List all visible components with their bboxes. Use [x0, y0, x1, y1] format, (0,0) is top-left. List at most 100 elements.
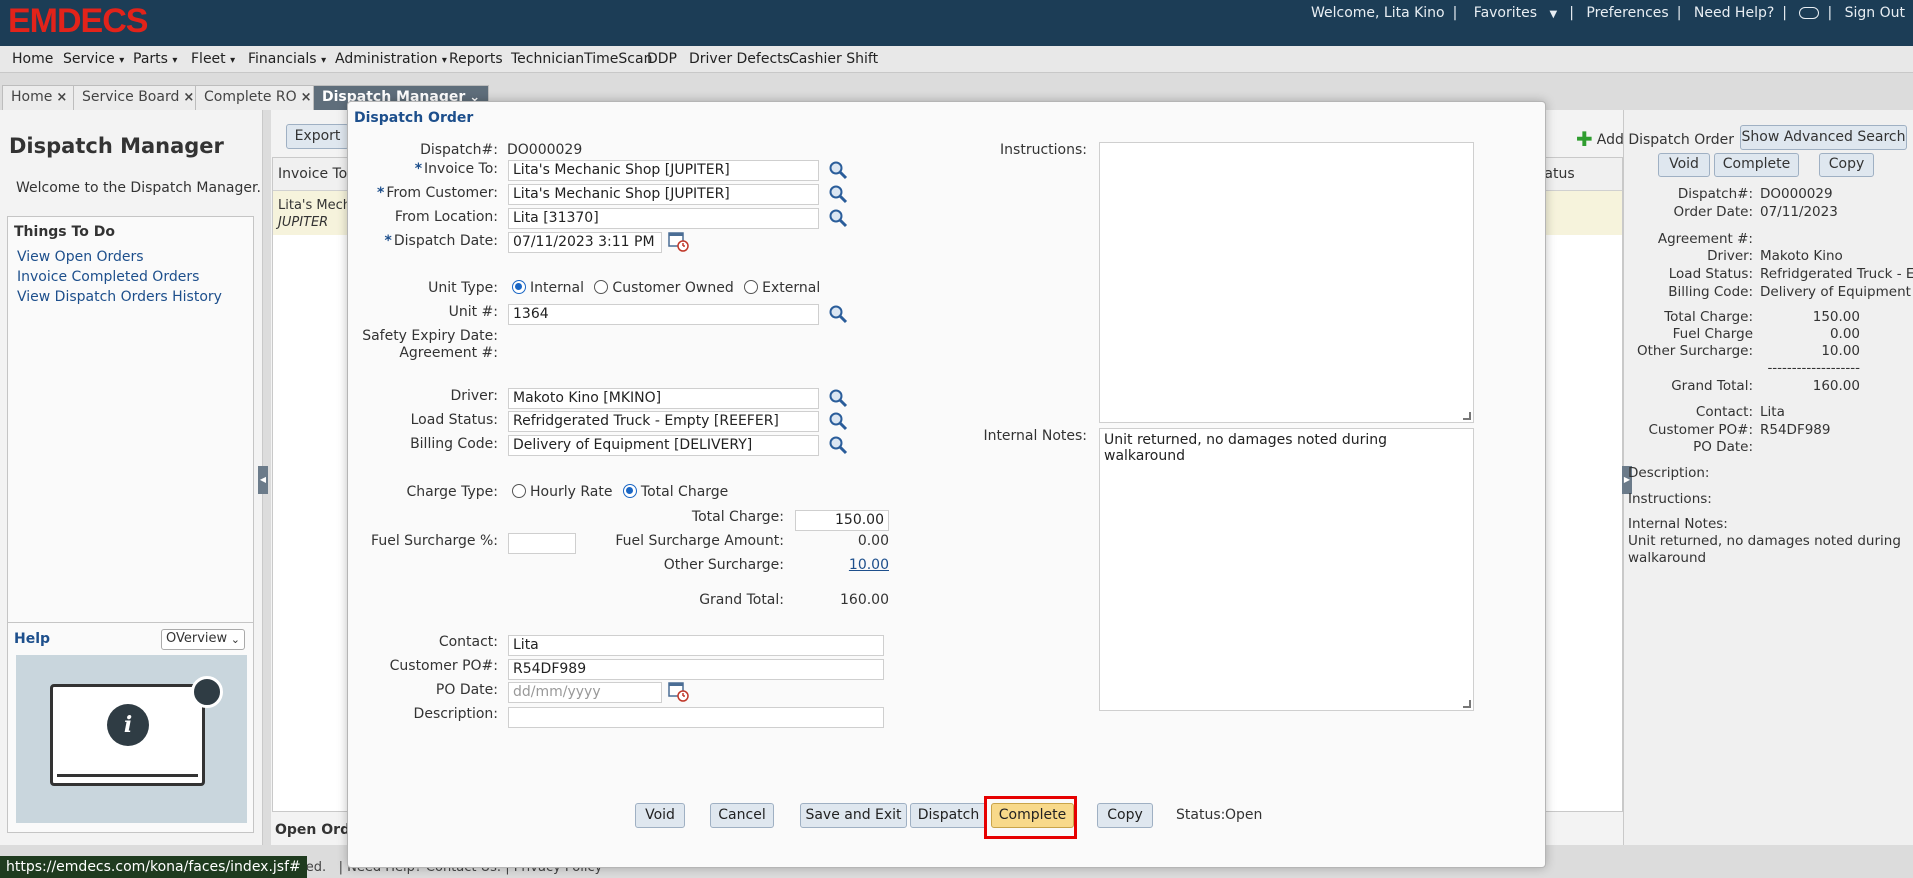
save-and-exit-button[interactable]: Save and Exit	[800, 803, 907, 828]
menu-fleet[interactable]: Fleet ▾	[191, 51, 235, 67]
menu-label: Parts	[133, 51, 168, 67]
void-button[interactable]: Void	[635, 803, 685, 828]
tab-complete-ro[interactable]: Complete RO ×	[195, 85, 321, 110]
contact-field[interactable]: Lita	[508, 635, 884, 656]
menu-administration[interactable]: Administration ▾	[335, 51, 447, 67]
menu-cashier-shift[interactable]: Cashier Shift	[789, 51, 878, 67]
po-date-field[interactable]: dd/mm/yyyy	[508, 682, 662, 703]
detail-label: Other Surcharge:	[1637, 343, 1753, 359]
menu-technician-time-scan[interactable]: TechnicianTimeScan	[511, 51, 652, 67]
main-menu: Home Service ▾ Parts ▾ Fleet ▾ Financial…	[0, 46, 1913, 73]
charge-type-hourly-radio[interactable]: Hourly Rate	[512, 484, 612, 500]
menu-reports[interactable]: Reports	[449, 51, 503, 67]
menu-driver-defects[interactable]: Driver Defects	[689, 51, 790, 67]
instructions-textarea[interactable]	[1099, 142, 1474, 423]
grand-total-label: Grand Total:	[699, 592, 784, 608]
help-topic-value: OVerview	[166, 631, 228, 646]
customer-po-field[interactable]: R54DF989	[508, 659, 884, 680]
things-to-do-title: Things To Do	[14, 224, 115, 240]
dispatch-button[interactable]: Dispatch	[910, 803, 987, 828]
detail-label: Customer PO#:	[1648, 422, 1754, 438]
total-charge-field[interactable]: 150.00	[795, 510, 889, 531]
tab-service-board[interactable]: Service Board ×	[73, 85, 204, 110]
need-help-link[interactable]: Need Help?	[1694, 5, 1774, 21]
charge-type-total-radio[interactable]: Total Charge	[622, 484, 729, 500]
menu-label: Fleet	[191, 51, 226, 67]
dispatch-date-field[interactable]: 07/11/2023 3:11 PM	[508, 232, 662, 253]
description-field[interactable]	[508, 707, 884, 728]
detail-copy-button[interactable]: Copy	[1819, 153, 1874, 177]
close-icon[interactable]: ×	[301, 90, 312, 105]
detail-internal-notes-line2: walkaround	[1628, 550, 1707, 566]
detail-agreement: Agreement #:	[1640, 231, 1910, 249]
po-date-label: PO Date:	[435, 682, 498, 698]
radio-label: Total Charge	[640, 484, 729, 500]
unit-type-internal-radio[interactable]: Internal	[512, 280, 584, 296]
resize-handle-icon[interactable]	[1463, 700, 1471, 708]
menu-home[interactable]: Home	[12, 51, 53, 67]
chevron-down-icon: ▾	[172, 55, 178, 66]
detail-billing-code: Billing Code: Delivery of Equipment	[1640, 284, 1911, 302]
search-icon[interactable]	[828, 388, 848, 408]
internal-notes-textarea[interactable]: Unit returned, no damages noted during w…	[1099, 428, 1474, 711]
total-charge-label: Total Charge:	[691, 509, 784, 525]
from-customer-field[interactable]: Lita's Mechanic Shop [JUPITER]	[508, 184, 819, 205]
close-icon[interactable]: ×	[56, 90, 67, 105]
cancel-button[interactable]: Cancel	[710, 803, 774, 828]
menu-service[interactable]: Service ▾	[63, 51, 124, 67]
label-text: From Customer:	[386, 185, 498, 201]
detail-complete-button[interactable]: Complete	[1714, 153, 1799, 177]
view-open-orders-link[interactable]: View Open Orders	[17, 249, 253, 265]
copy-button[interactable]: Copy	[1097, 803, 1153, 828]
search-icon[interactable]	[828, 435, 848, 455]
radio-label: External	[762, 280, 821, 296]
show-advanced-search-button[interactable]: Show Advanced Search	[1740, 125, 1907, 150]
search-icon[interactable]	[828, 411, 848, 431]
fuel-surcharge-pct-field[interactable]	[508, 533, 576, 554]
col-invoice-to[interactable]: Invoice To	[278, 166, 347, 182]
close-icon[interactable]: ×	[183, 90, 194, 105]
menu-parts[interactable]: Parts ▾	[133, 51, 177, 67]
invoice-to-field[interactable]: Lita's Mechanic Shop [JUPITER]	[508, 160, 819, 181]
search-icon[interactable]	[828, 160, 848, 180]
search-icon[interactable]	[828, 184, 848, 204]
other-surcharge-link[interactable]: 10.00	[789, 557, 889, 573]
resize-handle-icon[interactable]	[1463, 412, 1471, 420]
complete-button-highlight	[984, 796, 1077, 839]
welcome-text: Welcome, Lita Kino	[1310, 5, 1445, 21]
from-location-field[interactable]: Lita [31370]	[508, 208, 819, 229]
status-label: Status:	[1176, 807, 1226, 823]
calendar-icon[interactable]	[667, 230, 689, 252]
menu-financials[interactable]: Financials ▾	[248, 51, 326, 67]
view-dispatch-history-link[interactable]: View Dispatch Orders History	[17, 289, 253, 305]
collapse-left-icon[interactable]: ◀	[258, 466, 268, 494]
favorites-menu[interactable]: Favorites ▼	[1470, 5, 1561, 21]
chevron-down-icon: ▼	[1549, 9, 1558, 20]
search-icon[interactable]	[828, 304, 848, 324]
unit-no-field[interactable]: 1364	[508, 304, 819, 325]
help-video[interactable]: i	[16, 655, 247, 823]
radio-selected-icon	[622, 484, 637, 498]
export-button[interactable]: Export	[286, 124, 349, 149]
emdecs-logo[interactable]: EMDECS	[8, 2, 148, 40]
detail-description-label: Description:	[1628, 465, 1710, 481]
tab-label: Home	[11, 89, 53, 105]
menu-ddp[interactable]: DDP	[647, 51, 677, 67]
load-status-field[interactable]: Refridgerated Truck - Empty [REEFER]	[508, 411, 819, 432]
chat-icon[interactable]	[1799, 7, 1820, 19]
search-icon[interactable]	[828, 208, 848, 228]
invoice-completed-orders-link[interactable]: Invoice Completed Orders	[17, 269, 253, 285]
billing-code-field[interactable]: Delivery of Equipment [DELIVERY]	[508, 435, 819, 456]
tab-home[interactable]: Home ×	[2, 85, 77, 110]
detail-void-button[interactable]: Void	[1658, 153, 1710, 177]
help-topic-select[interactable]: OVerview ⌄	[161, 629, 245, 650]
detail-label: Grand Total:	[1671, 378, 1753, 394]
unit-type-customer-owned-radio[interactable]: Customer Owned	[594, 280, 734, 296]
unit-type-external-radio[interactable]: External	[744, 280, 820, 296]
calendar-icon[interactable]	[667, 680, 689, 702]
detail-load-status: Load Status: Refridgerated Truck - Em	[1640, 266, 1913, 284]
sign-out-link[interactable]: Sign Out	[1845, 5, 1905, 21]
driver-field[interactable]: Makoto Kino [MKINO]	[508, 388, 819, 409]
preferences-link[interactable]: Preferences	[1586, 5, 1668, 21]
add-dispatch-order-button[interactable]: ✚ Add Dispatch Order	[1576, 127, 1734, 151]
